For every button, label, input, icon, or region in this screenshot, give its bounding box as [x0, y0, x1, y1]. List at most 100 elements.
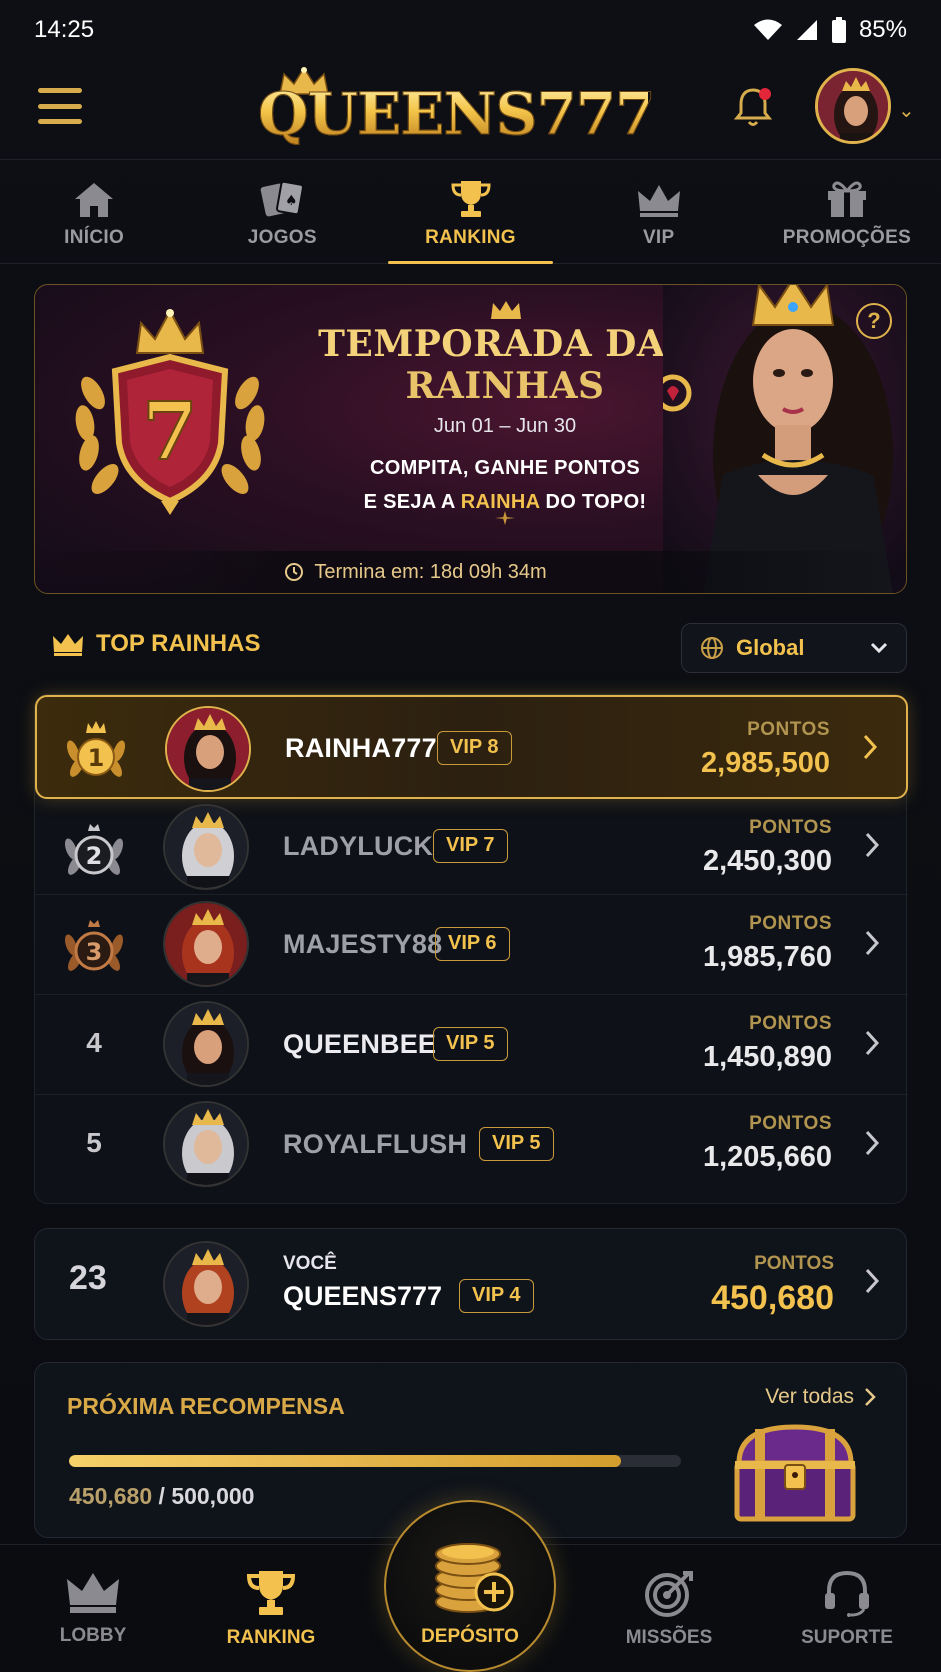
timer-text: Termina em: 18d 09h 34m: [314, 560, 547, 583]
banner-desc-highlight: RAINHA: [460, 491, 540, 513]
svg-text:♠: ♠: [285, 193, 298, 209]
nav-label: LOBBY: [59, 1625, 127, 1646]
my-rank-card[interactable]: 23 VOCÊ QUEENS777 VIP 4 PONTOS 450,680: [34, 1228, 907, 1340]
silver-medal-icon: 2: [64, 824, 124, 875]
leaderboard-row[interactable]: 5 ROYALFLUSH VIP 5 PONTOS 1,205,660: [35, 1095, 908, 1205]
points-label: PONTOS: [747, 719, 830, 740]
battery-icon: [831, 17, 846, 43]
app-screen: 14:25 85% QUEENS777 ⌄ INÍCIO ♠ JOGOS RAN…: [0, 0, 941, 1672]
menu-icon[interactable]: [38, 88, 82, 124]
rank-number: 2: [86, 842, 103, 870]
emblem-number: 7: [142, 384, 198, 478]
reward-current: 450,680: [69, 1483, 153, 1509]
chevron-right-icon: [865, 930, 880, 956]
player-name: LADYLUCK: [283, 831, 434, 861]
filter-value: Global: [736, 635, 805, 660]
leaderboard-row[interactable]: 3 MAJESTY88 VIP 6 PONTOS 1,985,760: [35, 895, 908, 995]
rank-medal-silver: 2: [59, 819, 129, 875]
app-header: QUEENS777 ⌄: [0, 60, 941, 160]
points-label: PONTOS: [749, 1113, 832, 1134]
avatar: [163, 1101, 249, 1187]
wifi-icon: [753, 19, 782, 40]
globe-icon: [701, 637, 723, 659]
treasure-chest-icon[interactable]: [725, 1419, 865, 1529]
sparkle-icon: [495, 511, 515, 525]
player-name: ROYALFLUSH: [283, 1129, 468, 1159]
banner-title-line2: RAINHAS: [405, 365, 605, 407]
player-name: MAJESTY88: [283, 929, 443, 959]
see-all-label: Ver todas: [765, 1385, 854, 1408]
tab-ranking[interactable]: RANKING: [376, 162, 564, 264]
points-value: 1,985,760: [702, 941, 832, 973]
avatar: [163, 804, 249, 890]
chevron-right-icon: [865, 1130, 880, 1156]
vip-badge: VIP 7: [433, 829, 508, 863]
status-time: 14:25: [34, 16, 95, 43]
reward-progress-bar: [69, 1455, 681, 1467]
rank-medal-bronze: 3: [59, 915, 129, 971]
banner-desc-part: E SEJA A: [363, 491, 461, 513]
top-queens-header: TOP RAINHAS Global: [34, 616, 907, 673]
region-filter-dropdown[interactable]: Global: [681, 623, 907, 673]
my-rank-number: 23: [69, 1259, 107, 1297]
points-value: 2,450,300: [702, 845, 832, 877]
see-all-link[interactable]: Ver todas: [765, 1385, 876, 1409]
gift-icon: [827, 181, 866, 217]
chevron-right-icon: [865, 1388, 876, 1406]
battery-percent: 85%: [858, 16, 907, 43]
nav-support[interactable]: SUPORTE: [772, 1569, 922, 1649]
reward-separator: /: [152, 1483, 172, 1509]
tab-promocoes[interactable]: PROMOÇÕES: [753, 162, 941, 263]
my-avatar: [163, 1241, 249, 1327]
season-dates: Jun 01 – Jun 30: [433, 415, 577, 437]
crown-icon: [637, 185, 680, 217]
avatar: [163, 1001, 249, 1087]
banner-title-line1: TEMPORADA DAS: [318, 323, 692, 365]
points-label: PONTOS: [749, 817, 832, 838]
tab-vip[interactable]: VIP: [565, 162, 753, 263]
tab-inicio[interactable]: INÍCIO: [0, 162, 188, 263]
rank-number: 3: [86, 938, 103, 966]
chevron-right-icon: [865, 1268, 880, 1294]
nav-ranking[interactable]: RANKING: [196, 1569, 346, 1649]
deposit-label: DEPÓSITO: [421, 1626, 519, 1647]
brand-logo[interactable]: QUEENS777: [258, 66, 656, 152]
tab-label: JOGOS: [247, 227, 317, 248]
season-banner[interactable]: 7 TEMPORADA DAS RAINHAS Jun 01 – Jun 30 …: [34, 284, 907, 594]
leaderboard-row[interactable]: 2 LADYLUCK VIP 7 PONTOS 2,450,300: [35, 799, 908, 895]
points-label: PONTOS: [749, 1013, 832, 1034]
tab-label: PROMOÇÕES: [782, 227, 912, 248]
crown-icon: [53, 634, 83, 656]
help-button[interactable]: ?: [856, 303, 892, 339]
tab-jogos[interactable]: ♠ JOGOS: [188, 162, 376, 263]
nav-lobby[interactable]: LOBBY: [18, 1569, 168, 1647]
chevron-down-icon: [870, 642, 888, 654]
my-points-value: 450,680: [711, 1279, 834, 1317]
chevron-right-icon: [865, 832, 880, 858]
avatar: [163, 901, 249, 987]
leaderboard-row[interactable]: 1 RAINHA777 VIP 8 PONTOS 2,985,500: [35, 695, 908, 799]
vip-badge: VIP 5: [433, 1027, 508, 1061]
you-label: VOCÊ: [283, 1253, 337, 1274]
user-avatar[interactable]: [815, 68, 891, 144]
deposit-button[interactable]: DEPÓSITO: [384, 1500, 556, 1672]
rank-medal-gold: 1: [61, 721, 131, 777]
nav-label: RANKING: [226, 1627, 316, 1648]
leaderboard-row[interactable]: 4 QUEENBEE VIP 5 PONTOS 1,450,890: [35, 995, 908, 1095]
nav-missions[interactable]: MISSÕES: [594, 1569, 744, 1649]
player-name: RAINHA777: [285, 733, 437, 763]
rank-number: 1: [88, 744, 105, 772]
notification-bell-icon[interactable]: [728, 82, 778, 132]
bronze-medal-icon: 3: [64, 920, 124, 971]
my-vip-badge: VIP 4: [459, 1279, 534, 1313]
account-dropdown-icon[interactable]: ⌄: [898, 98, 915, 123]
top-nav: INÍCIO ♠ JOGOS RANKING VIP PROMOÇÕES: [0, 162, 941, 264]
avatar: [165, 706, 251, 792]
signal-icon: [796, 20, 817, 40]
nav-label: SUPORTE: [801, 1627, 893, 1648]
my-player-name: QUEENS777: [283, 1281, 443, 1311]
rank-number: 5: [86, 1127, 102, 1158]
tab-label: INÍCIO: [64, 227, 125, 248]
rank-number: 4: [86, 1027, 102, 1058]
trophy-icon: [450, 181, 491, 217]
